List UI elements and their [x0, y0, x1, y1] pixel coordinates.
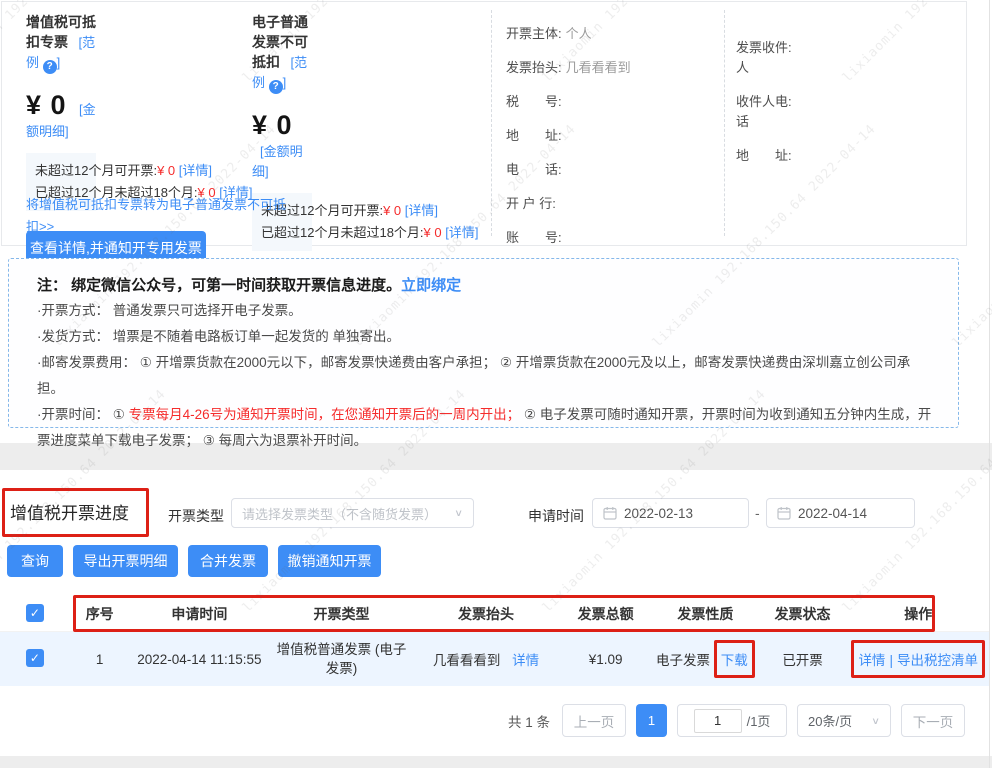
page-1-button[interactable]: 1 — [636, 704, 667, 737]
select-all-checkbox[interactable] — [26, 604, 44, 622]
cancel-notify-button[interactable]: 撤销通知开票 — [278, 545, 381, 577]
row-apply-time: 2022-04-14 11:15:55 — [130, 652, 270, 667]
row-checkbox-cell — [0, 649, 70, 670]
page-size-value: 20条/页 — [808, 711, 852, 730]
row-checkbox[interactable] — [26, 649, 44, 667]
row-status: 已开票 — [758, 649, 848, 669]
info-row-address: 地 址: — [506, 125, 718, 144]
recipient-info: 发票收件: 人 收件人电: 话 地 址: — [736, 24, 828, 166]
recv-row-name: 发票收件: 人 — [736, 38, 828, 78]
row-operations: 详情|导出税控清单 — [847, 640, 989, 678]
date-to-value: 2022-04-14 — [798, 506, 867, 521]
next-page-button[interactable]: 下一页 — [901, 704, 965, 737]
ordinary-amount: ¥ 0 — [252, 110, 293, 140]
prev-page-button[interactable]: 上一页 — [562, 704, 626, 737]
note-line-time: ·开票时间： ① 专票每月4-26号为通知开票时间，在您通知开票后的一周内开出；… — [37, 402, 932, 454]
recv-row-phone: 收件人电: 话 — [736, 92, 828, 132]
row-detail-link[interactable]: 详情 — [858, 653, 885, 668]
table-header-row: 序号 申请时间 开票类型 发票抬头 发票总额 发票性质 发票状态 操作 — [0, 597, 989, 632]
header-nature: 发票性质 — [653, 604, 758, 624]
invoicing-progress-section: 增值税开票进度 开票类型 请选择发票类型（不含随货发票） ∨ 申请时间 2022… — [0, 470, 989, 756]
chevron-down-icon: ∨ — [871, 715, 880, 726]
bind-wechat-link[interactable]: 立即绑定 — [401, 277, 461, 294]
note-title-line: 注： 绑定微信公众号，可第一时间获取开票信息进度。立即绑定 — [37, 274, 932, 295]
invoice-subject-info: 开票主体:个人 发票抬头:几看看看到 税 号: 地 址: 电 话: 开 户 行:… — [506, 8, 718, 246]
invoice-summary-card: 增值税可抵扣专票 [范例 ?] ¥ 0 [金额明细] 未超过12个月可开票:¥ … — [1, 1, 967, 246]
header-checkbox-cell — [0, 604, 70, 625]
page-size-select[interactable]: 20条/页 ∨ — [797, 704, 891, 737]
question-icon[interactable]: ? — [269, 80, 283, 94]
table-row: 1 2022-04-14 11:15:55 增值税普通发票 (电子发票) 几看看… — [0, 632, 989, 686]
header-apply-time: 申请时间 — [130, 604, 270, 624]
info-row-phone: 电 话: — [506, 159, 718, 178]
invoice-type-select[interactable]: 请选择发票类型（不含随货发票） ∨ — [231, 498, 474, 528]
ordinary-amount-row: ¥ 0 [金额明细] — [252, 110, 312, 181]
row-index: 1 — [70, 652, 130, 667]
calendar-icon — [603, 506, 617, 520]
note-box: 注： 绑定微信公众号，可第一时间获取开票信息进度。立即绑定 ·开票方式： 普通发… — [8, 258, 959, 428]
row-amount: ¥1.09 — [558, 652, 653, 667]
ordinary-amount-detail-link[interactable]: [金额明细] — [252, 144, 303, 179]
question-icon[interactable]: ? — [43, 60, 57, 74]
info-row-taxno: 税 号: — [506, 91, 718, 110]
header-index: 序号 — [70, 604, 130, 624]
ordinary-line2-detail-link[interactable]: [详情] — [445, 225, 478, 240]
note-time-red-text: 专票每月4-26号为通知开票时间，在您通知开票后的一周内开出； — [129, 407, 521, 422]
special-line1: 未超过12个月可开票:¥ 0 [详情] — [35, 160, 87, 182]
note-line-shipping: ·发货方式： 增票是不随着电路板订单一起发货的 单独寄出。 — [37, 324, 932, 350]
page-jump-input[interactable] — [694, 709, 742, 733]
chevron-down-icon: ∨ — [454, 507, 463, 518]
header-invoice-type: 开票类型 — [269, 604, 414, 624]
ordinary-line1-detail-link[interactable]: [详情] — [405, 203, 438, 218]
info-row-bank: 开 户 行: — [506, 193, 718, 212]
special-amount: ¥ 0 — [26, 90, 67, 120]
apply-time-label: 申请时间 — [528, 506, 584, 526]
total-count: 共 1 条 — [508, 711, 550, 731]
row-title-detail-link[interactable]: 详情 — [512, 653, 539, 668]
download-link[interactable]: 下载 — [721, 653, 748, 668]
header-total-amount: 发票总额 — [558, 604, 653, 624]
note-line-method: ·开票方式： 普通发票只可选择开电子发票。 — [37, 298, 932, 324]
row-invoice-title: 几看看看到 详情 — [414, 649, 559, 669]
invoice-type-label: 开票类型 — [168, 506, 224, 526]
dashed-divider — [491, 10, 492, 236]
date-from-value: 2022-02-13 — [624, 506, 693, 521]
merge-invoice-button[interactable]: 合并发票 — [188, 545, 268, 577]
row-invoice-type: 增值税普通发票 (电子发票) — [269, 640, 414, 678]
bottom-strip — [0, 756, 992, 768]
right-border-line — [989, 0, 990, 768]
row-nature: 电子发票 下载 — [653, 640, 758, 678]
operations-annotation-box: 详情|导出税控清单 — [851, 640, 985, 678]
ordinary-title-row: 电子普通发票不可抵扣 [范例 ?] — [252, 12, 312, 94]
progress-title: 增值税开票进度 — [10, 499, 129, 524]
page-jump-suffix: /1页 — [747, 711, 771, 730]
convert-special-to-ordinary-link[interactable]: 将增值税可抵扣专票转为电子普通发票不可抵扣>> — [26, 194, 294, 238]
special-title-row: 增值税可抵扣专票 [范例 ?] — [26, 12, 96, 74]
recv-row-address: 地 址: — [736, 146, 828, 166]
header-status: 发票状态 — [758, 604, 848, 624]
info-row-account: 账 号: — [506, 227, 718, 246]
query-button[interactable]: 查询 — [7, 545, 63, 577]
invoice-page: 增值税可抵扣专票 [范例 ?] ¥ 0 [金额明细] 未超过12个月可开票:¥ … — [0, 0, 992, 768]
dashed-divider — [724, 10, 725, 236]
info-row-subject: 开票主体:个人 — [506, 23, 718, 42]
export-tax-list-link[interactable]: 导出税控清单 — [897, 653, 978, 668]
special-amount-row: ¥ 0 [金额明细] — [26, 90, 96, 141]
date-range-separator: - — [755, 505, 760, 521]
special-line1-detail-link[interactable]: [详情] — [179, 163, 212, 178]
date-to-input[interactable]: 2022-04-14 — [766, 498, 915, 528]
pagination: 共 1 条 上一页 1 /1页 20条/页 ∨ 下一页 — [0, 704, 965, 737]
calendar-icon — [777, 506, 791, 520]
export-invoice-detail-button[interactable]: 导出开票明细 — [73, 545, 178, 577]
invoice-type-placeholder: 请选择发票类型（不含随货发票） — [242, 504, 454, 523]
date-from-input[interactable]: 2022-02-13 — [592, 498, 749, 528]
download-annotation-box: 下载 — [714, 640, 755, 678]
header-invoice-title: 发票抬头 — [414, 604, 559, 624]
page-jump-group: /1页 — [677, 704, 787, 737]
info-row-title: 发票抬头:几看看看到 — [506, 57, 718, 76]
header-operation: 操作 — [847, 604, 989, 624]
note-line-postage: ·邮寄发票费用： ① 开增票货款在2000元以下，邮寄发票快递费由客户承担； ②… — [37, 350, 932, 402]
